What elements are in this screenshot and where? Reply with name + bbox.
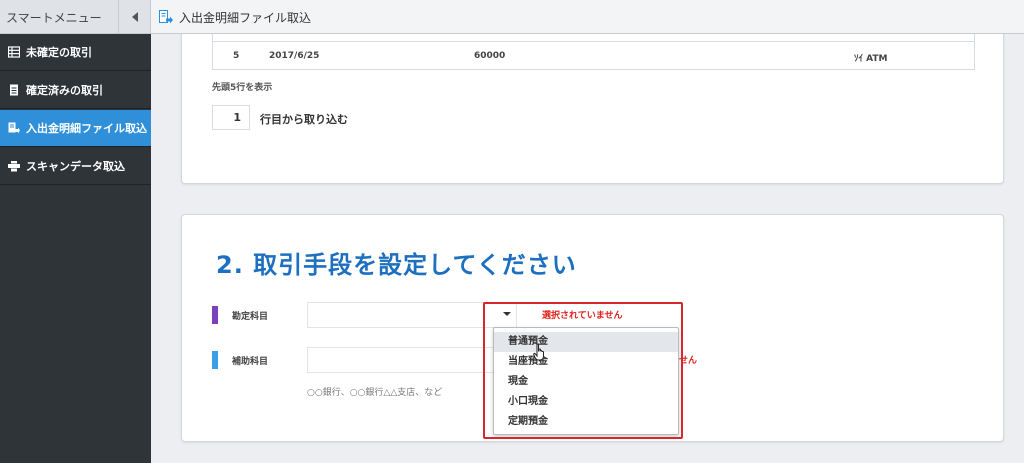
table-cell-no: 5 [233,51,240,61]
section-title: 2. 取引手段を設定してください [216,251,577,279]
sidebar-item-file-import[interactable]: 入出金明細ファイル取込 [0,110,151,147]
table-cell-date: 2017/6/25 [269,51,320,61]
collapse-sidebar-button[interactable] [118,0,150,33]
account-field-marker [212,306,218,324]
smart-menu-title: スマートメニュー [6,11,102,25]
sub-account-label: 補助科目 [232,357,269,367]
scanner-icon [8,161,20,172]
document-icon [10,84,18,96]
hand-cursor-icon [533,343,544,361]
sidebar-item-confirmed[interactable]: 確定済みの取引 [0,72,151,109]
file-import-icon [8,122,20,134]
grid-list-icon [8,46,20,58]
sidebar-item-unconfirmed[interactable]: 未確定の取引 [0,34,151,71]
annotation-highlight-box [483,302,683,439]
table-cell-amount: 60000 [474,51,506,61]
sub-account-field-marker [212,351,218,369]
sidebar-item-label: 確定済みの取引 [26,84,103,97]
sidebar: スマートメニュー 未確定の取引 確定済みの取引 入出金明細ファイル取込 スキャン… [0,0,151,463]
chevron-left-icon [131,11,138,22]
start-row-label: 行目から取り込む [260,113,348,126]
preview-note: 先頭5行を表示 [212,83,273,93]
table-divider [213,41,974,42]
sidebar-item-label: 入出金明細ファイル取込 [26,122,147,135]
smart-menu-header: スマートメニュー [0,0,151,34]
page-header: 入出金明細ファイル取込 [151,0,1024,34]
sidebar-item-label: スキャンデータ取込 [26,160,125,173]
sidebar-item-scan-import[interactable]: スキャンデータ取込 [0,148,151,185]
preview-table: 5 2017/6/25 60000 ｿｲ ATM [212,34,975,70]
table-cell-description: ｿｲ ATM [854,54,888,64]
preview-card: 5 2017/6/25 60000 ｿｲ ATM 先頭5行を表示 1 行目から取… [181,34,1004,184]
file-import-icon [159,10,173,24]
sidebar-item-label: 未確定の取引 [26,46,92,59]
sub-account-hint: ○○銀行、○○銀行△△支店、など [307,388,443,398]
page-title: 入出金明細ファイル取込 [179,11,312,25]
account-label: 勘定科目 [232,312,269,322]
start-row-input[interactable]: 1 [212,105,250,130]
